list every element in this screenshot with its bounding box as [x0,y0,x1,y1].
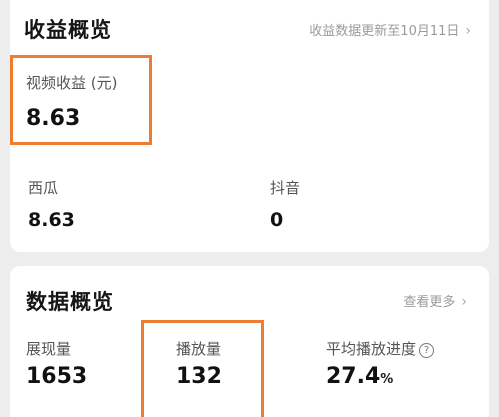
platform-douyin-value: 0 [270,209,284,231]
video-income-highlight [10,55,152,145]
metric-progress-label-group: 平均播放进度? [326,338,435,359]
metric-plays-label: 播放量 [176,340,222,358]
income-update-text: 收益数据更新至10月11日 [309,24,460,39]
platform-xigua-value: 8.63 [28,209,75,231]
metric-progress-value-group: 27.4% [326,364,393,389]
income-update-link[interactable]: 收益数据更新至10月11日 › [309,20,471,39]
chevron-right-icon: › [465,23,471,39]
income-overview-card: 收益概览 收益数据更新至10月11日 › 视频收益 (元) 8.63 西瓜 8.6… [10,0,489,252]
chevron-right-icon: › [461,294,467,310]
data-overview-title: 数据概览 [26,290,114,314]
metric-progress-value: 27.4 [326,364,381,389]
data-overview-card: 数据概览 查看更多 › 展现量 1653 播放量 132 平均播放进度? 27.4… [10,266,489,417]
view-more-text: 查看更多 [403,295,456,310]
view-more-link[interactable]: 查看更多 › [403,291,467,310]
metric-impressions-value: 1653 [26,364,88,389]
metric-progress-unit: % [380,372,394,387]
metric-progress-label: 平均播放进度 [326,340,417,358]
help-circle-icon[interactable]: ? [419,343,435,358]
income-overview-title: 收益概览 [24,18,112,42]
video-income-label: 视频收益 (元) [26,74,118,92]
metric-plays-value: 132 [176,364,222,389]
income-page: 收益概览 收益数据更新至10月11日 › 视频收益 (元) 8.63 西瓜 8.6… [0,0,499,417]
metric-impressions-label: 展现量 [26,340,72,358]
platform-xigua-label: 西瓜 [28,179,59,197]
platform-douyin-label: 抖音 [270,179,301,197]
video-income-value: 8.63 [26,106,81,131]
